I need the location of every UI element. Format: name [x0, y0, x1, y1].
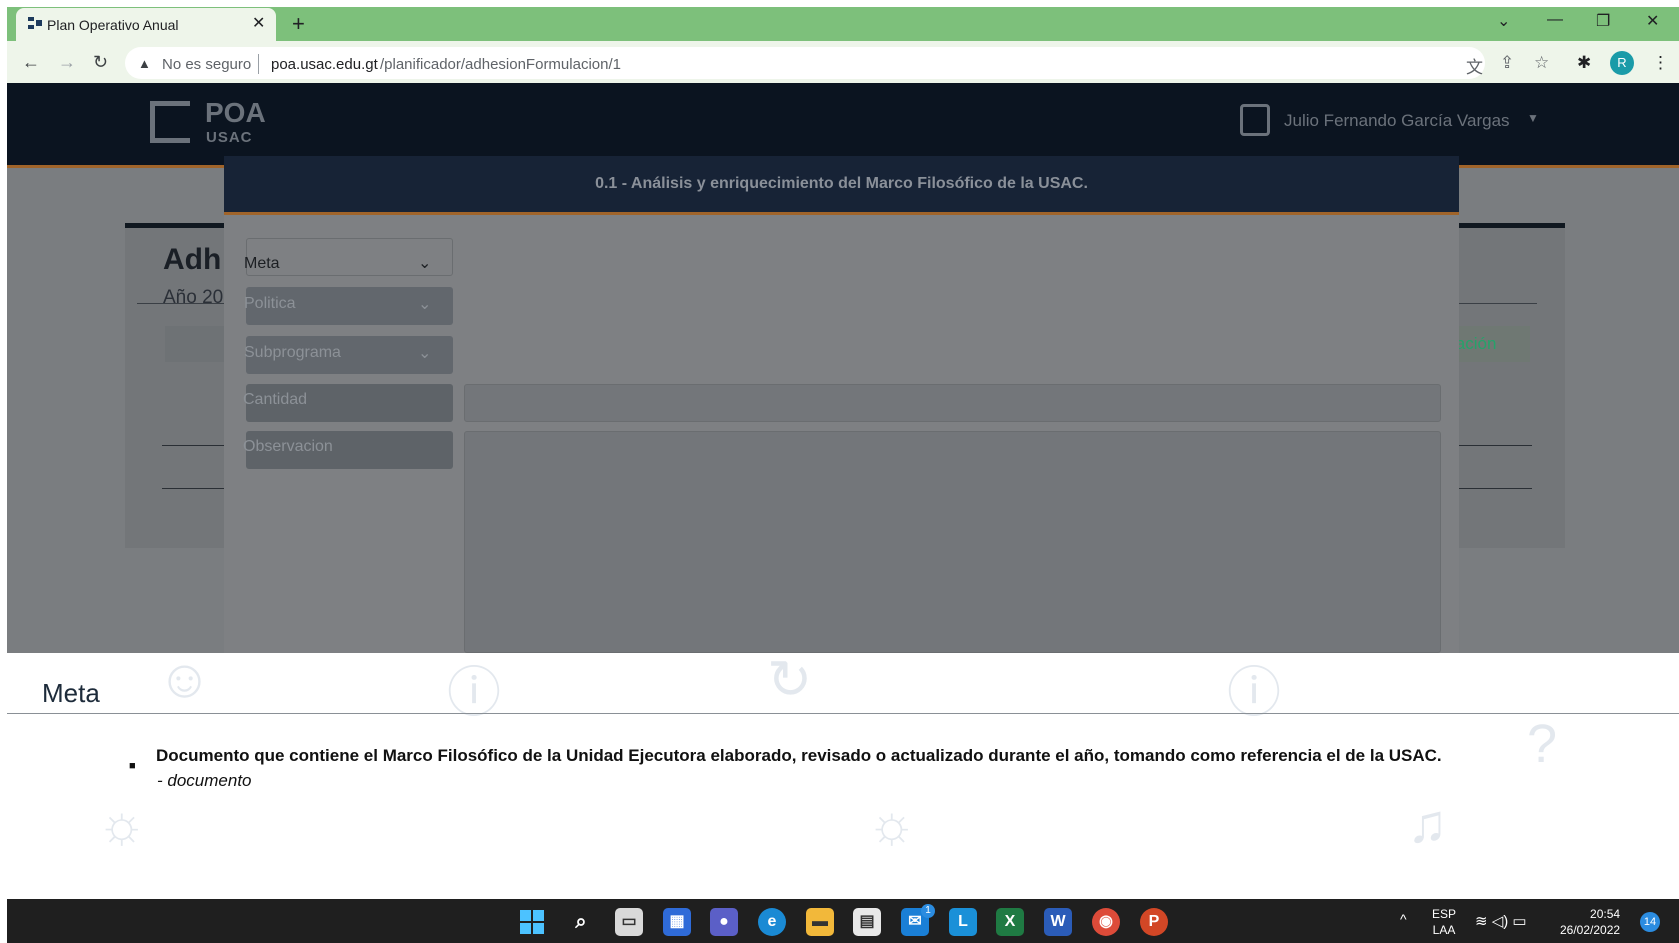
minimize-icon[interactable]: —	[1547, 11, 1563, 29]
extensions-icon[interactable]: ✱	[1577, 53, 1591, 73]
translate-icon[interactable]: 文	[1466, 53, 1483, 78]
modal-title: 0.1 - Análisis y enriquecimiento del Mar…	[595, 175, 1088, 192]
detail-panel: ☺ ⓘ ↻ ⓘ ? ☼ ☼ ♫	[7, 653, 1679, 899]
cantidad-label: Cantidad	[243, 391, 308, 408]
meta-item-text: Documento que contiene el Marco Filosófi…	[156, 746, 1442, 765]
chevron-down-icon[interactable]: ⌄	[418, 294, 431, 314]
share-icon[interactable]: ⇪	[1500, 53, 1514, 73]
new-tab-button[interactable]: +	[292, 11, 305, 37]
cantidad-input[interactable]	[464, 384, 1441, 422]
reload-icon[interactable]: ↻	[93, 52, 108, 73]
user-profile-icon[interactable]	[1240, 104, 1270, 136]
meta-select-label: Meta	[244, 255, 280, 272]
widgets-icon[interactable]: ▦	[663, 908, 691, 936]
decor-bell-icon: ♫	[1407, 794, 1448, 854]
forward-icon[interactable]: →	[58, 52, 76, 73]
politica-select-label: Politica	[244, 295, 296, 312]
tab-search-icon[interactable]: ⌄	[1497, 11, 1510, 31]
detail-heading: Meta	[42, 678, 100, 708]
user-caret-icon[interactable]: ▼	[1527, 111, 1539, 125]
windows-taskbar	[7, 899, 1679, 943]
powerpoint-icon[interactable]: P	[1140, 908, 1168, 936]
decor-refresh-icon: ↻	[767, 653, 813, 710]
clock-date: 26/02/2022	[1560, 923, 1621, 937]
url-host[interactable]: poa.usac.edu.gt	[271, 56, 378, 73]
chat-icon[interactable]: ●	[710, 908, 738, 936]
observacion-textarea[interactable]	[464, 431, 1441, 653]
lang-top: ESP	[1432, 907, 1457, 921]
chrome-icon[interactable]: ◉	[1092, 908, 1120, 936]
menu-kebab-icon[interactable]: ⋮	[1652, 53, 1669, 73]
clock[interactable]: 20:54 26/02/2022	[1560, 906, 1620, 938]
decor-info-icon: ⓘ	[447, 663, 501, 723]
language-indicator[interactable]: ESP LAA	[1432, 906, 1456, 938]
word-icon[interactable]: W	[1044, 908, 1072, 936]
background-year-text: Año 20	[163, 287, 224, 308]
bullet-icon: ■	[129, 760, 136, 772]
decor-user-icon: ☺	[157, 653, 213, 709]
logo-subtext: USAC	[206, 129, 253, 146]
excel-icon[interactable]: X	[996, 908, 1024, 936]
logo-text: POA	[205, 97, 266, 128]
notification-badge[interactable]: 14	[1640, 912, 1660, 932]
site-favicon-icon	[28, 17, 42, 29]
store-icon[interactable]: ▤	[853, 908, 881, 936]
user-name[interactable]: Julio Fernando García Vargas	[1284, 111, 1510, 131]
decor-bulb-icon: ☼	[97, 794, 147, 854]
url-path[interactable]: /planificador/adhesionFormulacion/1	[380, 56, 621, 73]
tray-overflow-icon[interactable]: ^	[1400, 911, 1407, 927]
security-label[interactable]: No es seguro	[162, 56, 251, 73]
background-left-button	[165, 326, 225, 362]
restore-icon[interactable]: ❐	[1596, 11, 1610, 31]
edge-icon[interactable]: e	[758, 908, 786, 936]
network-volume-battery-icon[interactable]: ≋ ◁) ▭	[1475, 912, 1527, 930]
decor-help-icon: ?	[1527, 714, 1558, 774]
chevron-down-icon[interactable]: ⌄	[418, 343, 431, 363]
modal-dialog: 0.1 - Análisis y enriquecimiento del Mar…	[224, 156, 1459, 653]
logo-mark-icon	[150, 101, 190, 143]
profile-avatar[interactable]: R	[1610, 51, 1634, 75]
app-l-icon[interactable]: L	[949, 908, 977, 936]
address-separator	[258, 54, 259, 74]
lang-bottom: LAA	[1432, 923, 1456, 937]
background-page-title: Adh	[163, 243, 222, 276]
subprograma-select-label: Subprograma	[244, 344, 341, 361]
close-window-icon[interactable]: ✕	[1646, 11, 1659, 31]
page-backdrop: POA USAC Julio Fernando García Vargas ▼ …	[7, 83, 1679, 653]
warning-icon[interactable]: ▲	[138, 56, 151, 71]
back-icon[interactable]: ←	[22, 52, 40, 73]
chevron-down-icon[interactable]: ⌄	[418, 253, 431, 273]
tab-title: Plan Operativo Anual	[47, 17, 179, 33]
mail-badge: 1	[921, 904, 935, 918]
meta-item-unit: - documento	[157, 771, 252, 790]
task-view-icon[interactable]: ▭	[615, 908, 643, 936]
observacion-label: Observacion	[243, 438, 333, 455]
clock-time: 20:54	[1590, 907, 1621, 921]
background-right-button: lación	[1452, 326, 1530, 362]
start-icon[interactable]	[520, 910, 544, 934]
tab-close-icon[interactable]: ✕	[252, 13, 265, 33]
decor-info-icon: ⓘ	[1227, 663, 1281, 723]
file-explorer-icon[interactable]: ▬	[806, 908, 834, 936]
bookmark-star-icon[interactable]: ☆	[1534, 53, 1549, 73]
decor-bulb-icon: ☼	[867, 794, 917, 854]
modal-header: 0.1 - Análisis y enriquecimiento del Mar…	[224, 156, 1459, 215]
search-icon[interactable]: ⌕	[567, 908, 595, 936]
heading-divider	[7, 713, 1679, 714]
